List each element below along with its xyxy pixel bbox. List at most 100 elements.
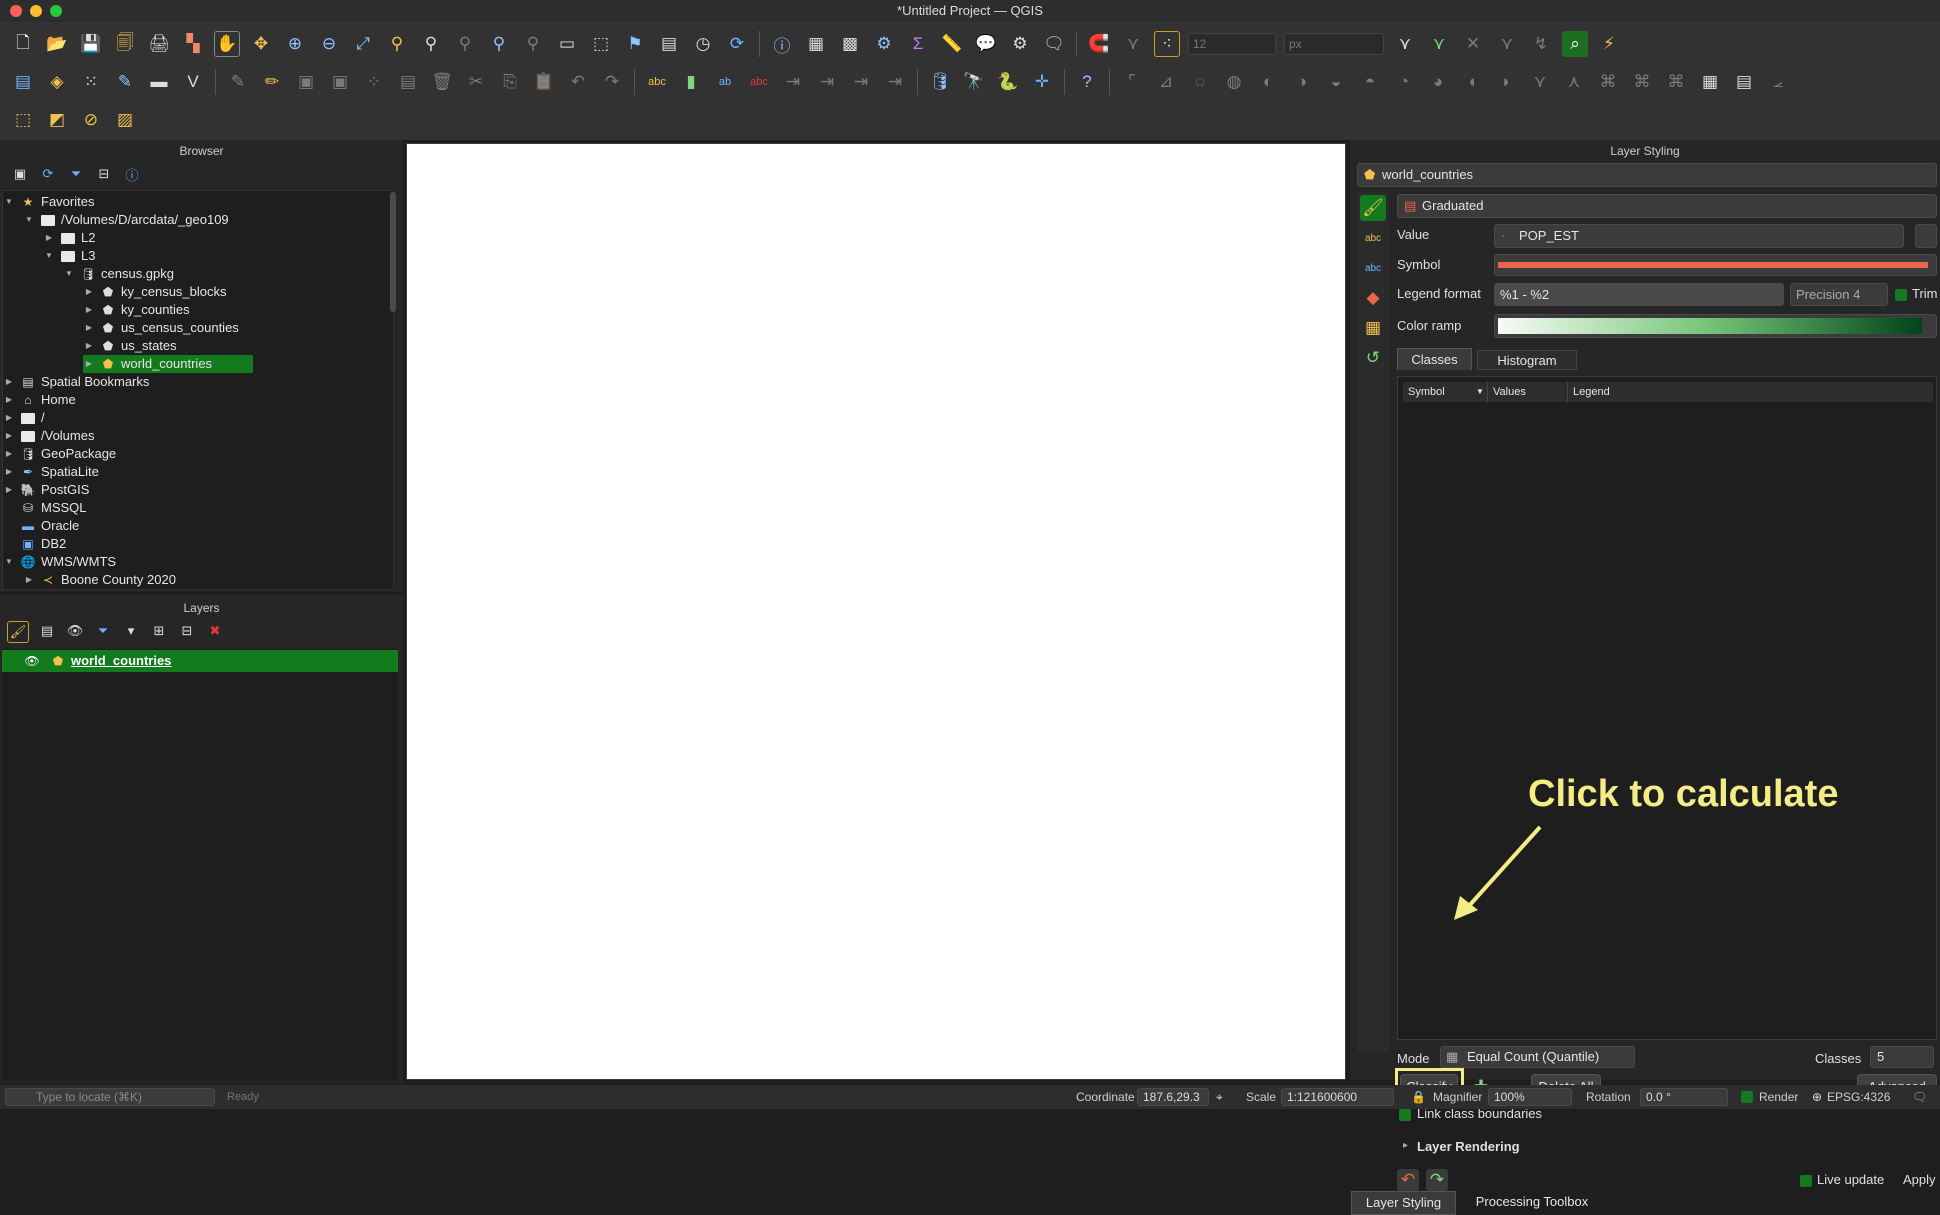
- filter-icon[interactable]: ⏷: [66, 164, 86, 184]
- zoom-full-icon[interactable]: ⤢: [350, 31, 376, 57]
- browser-item[interactable]: ⛁ MSSQL: [3, 499, 87, 517]
- scale-select[interactable]: 1:121600600: [1281, 1088, 1394, 1106]
- add-selected-layers-icon[interactable]: ▣: [10, 164, 30, 184]
- symbology-tab-icon[interactable]: 🖌: [1360, 195, 1386, 221]
- browser-item[interactable]: ▶ L2: [43, 229, 96, 247]
- measure-icon[interactable]: 📏: [939, 31, 965, 57]
- sort-chevron-icon[interactable]: ▼: [1476, 382, 1484, 402]
- locator-input[interactable]: Type to locate (⌘K): [5, 1088, 215, 1106]
- redo-icon[interactable]: ↷: [1426, 1169, 1448, 1191]
- chevron-right-icon[interactable]: ▶: [83, 319, 95, 337]
- browser-item[interactable]: ▶ ⬟ world_countries: [83, 355, 253, 373]
- current-edits-icon[interactable]: ✎: [225, 69, 251, 95]
- locator-search-icon[interactable]: ⌕: [1562, 31, 1588, 57]
- crs-button[interactable]: EPSG:4326: [1827, 1085, 1890, 1109]
- offset-point-icon[interactable]: ◖: [1459, 69, 1485, 95]
- refresh-icon[interactable]: ⟳: [724, 31, 750, 57]
- chevron-right-icon[interactable]: ▶: [23, 571, 35, 589]
- browser-item[interactable]: ▼ ★ Favorites: [3, 193, 94, 211]
- chevron-right-icon[interactable]: ▶: [83, 283, 95, 301]
- rotate-label-icon[interactable]: ⇥: [814, 69, 840, 95]
- minimize-window-button[interactable]: [30, 5, 42, 17]
- browser-item[interactable]: ▶ ⬟ us_states: [83, 337, 177, 355]
- select-features-icon[interactable]: ⚙: [1007, 31, 1033, 57]
- annotation-tool-icon[interactable]: ⌘: [1629, 69, 1655, 95]
- renderer-select[interactable]: ▤ Graduated: [1397, 194, 1937, 218]
- chevron-right-icon[interactable]: ▸: [1403, 1140, 1408, 1151]
- browser-item[interactable]: ▶ /: [3, 409, 45, 427]
- save-as-icon[interactable]: 🗐: [112, 31, 138, 57]
- browser-item[interactable]: ▶ 🐘 PostGIS: [3, 481, 90, 499]
- tab-layer-styling[interactable]: Layer Styling: [1351, 1191, 1456, 1215]
- merge-features-icon[interactable]: ◓: [1357, 69, 1383, 95]
- close-window-button[interactable]: [10, 5, 22, 17]
- temporal-controller-icon[interactable]: ◷: [690, 31, 716, 57]
- redo-icon[interactable]: ↷: [599, 69, 625, 95]
- delete-part-icon[interactable]: ✕: [1460, 31, 1486, 57]
- digitize-icon[interactable]: ✎: [112, 69, 138, 95]
- pin-labels-icon[interactable]: ab: [712, 69, 738, 95]
- topology-icon[interactable]: ⋎: [1120, 31, 1146, 57]
- visibility-eye-icon[interactable]: 👁: [24, 654, 40, 668]
- add-feature-icon[interactable]: ▣: [327, 69, 353, 95]
- trim-checkbox[interactable]: [1895, 289, 1907, 301]
- reshape-icon[interactable]: ⋎: [1494, 31, 1520, 57]
- zoom-out-icon[interactable]: ⊖: [316, 31, 342, 57]
- merge-attributes-icon[interactable]: ◔: [1391, 69, 1417, 95]
- layer-rendering-label[interactable]: Layer Rendering: [1417, 1139, 1520, 1154]
- add-part-icon[interactable]: ◐: [1255, 69, 1281, 95]
- column-header-symbol[interactable]: Symbol: [1408, 382, 1445, 402]
- color-ramp-button[interactable]: [1494, 314, 1937, 338]
- pan-icon[interactable]: ✋: [214, 31, 240, 57]
- undo-icon[interactable]: ↶: [565, 69, 591, 95]
- style-manager-icon[interactable]: ▚: [180, 31, 206, 57]
- chevron-right-icon[interactable]: ▶: [83, 355, 95, 373]
- classes-spinbox[interactable]: 5: [1870, 1046, 1934, 1068]
- toggle-extents-icon[interactable]: ⌖: [1216, 1085, 1223, 1109]
- copy-features-icon[interactable]: ⎘: [497, 69, 523, 95]
- offset-curve-icon[interactable]: ↯: [1528, 31, 1554, 57]
- rotation-spinbox[interactable]: 0.0 °: [1640, 1088, 1728, 1106]
- browser-item[interactable]: ▶ ≺ Boone County 2020: [23, 571, 176, 589]
- statistics-icon[interactable]: Σ: [905, 31, 931, 57]
- toggle-editing-icon[interactable]: ✏: [259, 69, 285, 95]
- table-layout-icon[interactable]: ▤: [1731, 69, 1757, 95]
- chevron-right-icon[interactable]: ▶: [43, 229, 55, 247]
- remove-layer-icon[interactable]: ✖: [205, 621, 225, 641]
- refresh-icon[interactable]: ⟳: [38, 164, 58, 184]
- tab-histogram[interactable]: Histogram: [1477, 350, 1577, 370]
- save-edits-icon[interactable]: ▣: [293, 69, 319, 95]
- snapping-icon[interactable]: 🧲: [1086, 31, 1112, 57]
- field-calculator-icon[interactable]: ▩: [837, 31, 863, 57]
- chevron-right-icon[interactable]: ▶: [3, 481, 15, 499]
- db-manager-icon[interactable]: 🛢: [927, 69, 953, 95]
- chevron-right-icon[interactable]: ▶: [3, 409, 15, 427]
- diagram-icon[interactable]: ▮: [678, 69, 704, 95]
- identify-icon[interactable]: ⓘ: [769, 31, 795, 57]
- labels-tab-icon[interactable]: abc: [1360, 225, 1386, 251]
- chevron-right-icon[interactable]: ▶: [83, 301, 95, 319]
- zoom-next-icon[interactable]: ⚲: [520, 31, 546, 57]
- browser-item[interactable]: ▣ DB2: [3, 535, 66, 553]
- legend-format-input[interactable]: %1 - %2: [1494, 283, 1784, 306]
- chevron-down-icon[interactable]: ▼: [3, 193, 15, 211]
- measure-angle-icon[interactable]: ⦟: [1765, 69, 1791, 95]
- column-header-values[interactable]: Values: [1493, 382, 1526, 402]
- filter-legend-icon[interactable]: ⏷: [93, 621, 113, 641]
- split-parts-icon[interactable]: ⋏: [1561, 69, 1587, 95]
- new-project-icon[interactable]: 🗋: [10, 31, 36, 57]
- simplify-icon[interactable]: ◒: [1323, 69, 1349, 95]
- trim-extend-icon[interactable]: ⋎: [1527, 69, 1553, 95]
- attribute-table-icon[interactable]: ▦: [803, 31, 829, 57]
- lock-scale-icon[interactable]: 🔒: [1411, 1085, 1426, 1109]
- change-label-icon[interactable]: ⇥: [848, 69, 874, 95]
- browser-item[interactable]: ▶ ✒ SpatiaLite: [3, 463, 99, 481]
- chevron-right-icon[interactable]: ▶: [3, 391, 15, 409]
- browser-scrollbar[interactable]: [390, 192, 396, 312]
- select-by-area-icon[interactable]: ⬚: [10, 107, 36, 133]
- browser-item[interactable]: ▶ ⬟ us_census_counties: [83, 319, 239, 337]
- browser-item[interactable]: ▶ ⬟ ky_census_blocks: [83, 283, 227, 301]
- chevron-down-icon[interactable]: ▼: [3, 553, 15, 571]
- add-group-icon[interactable]: ▤: [37, 621, 57, 641]
- column-header-legend[interactable]: Legend: [1573, 382, 1610, 402]
